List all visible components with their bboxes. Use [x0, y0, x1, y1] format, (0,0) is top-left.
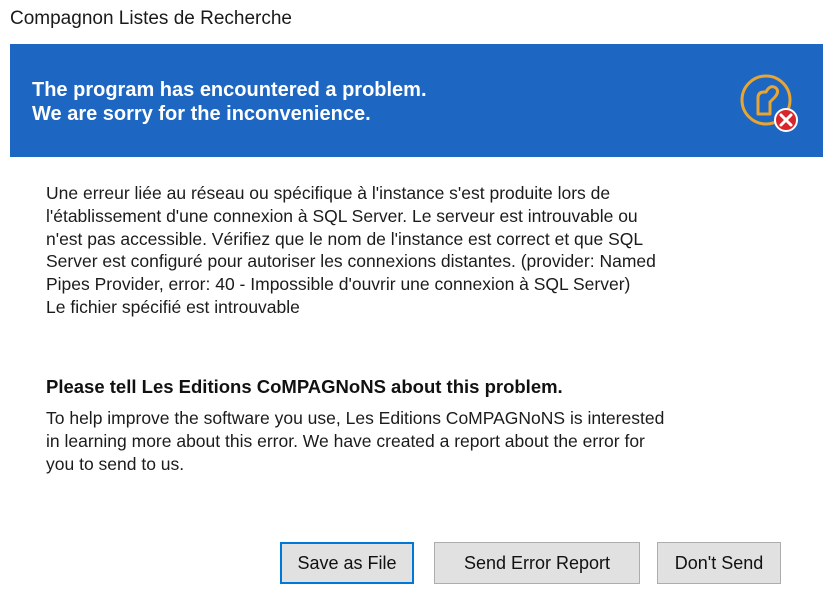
- report-request-body: To help improve the software you use, Le…: [46, 407, 806, 476]
- banner-apology: We are sorry for the inconvenience.: [32, 103, 371, 125]
- report-request-line: in learning more about this error. We ha…: [46, 431, 645, 451]
- send-error-report-button[interactable]: Send Error Report: [434, 542, 640, 584]
- error-banner: The program has encountered a problem. W…: [10, 44, 823, 157]
- error-message-line: n'est pas accessible. Vérifiez que le no…: [46, 228, 644, 249]
- report-request-line: To help improve the software you use, Le…: [46, 408, 665, 428]
- error-message-line: Server est configuré pour autoriser les …: [46, 251, 656, 272]
- error-message-line: Pipes Provider, error: 40 - Impossible d…: [46, 274, 631, 295]
- error-report-icon: [740, 74, 798, 132]
- title-bar: Compagnon Listes de Recherche: [0, 0, 823, 44]
- report-request-line: you to send to us.: [46, 454, 185, 474]
- save-as-file-button[interactable]: Save as File: [280, 542, 414, 584]
- banner-text: The program has encountered a problem. W…: [32, 78, 427, 126]
- error-message: Une erreur liée au réseau ou spécifique …: [46, 182, 766, 319]
- dont-send-button[interactable]: Don't Send: [657, 542, 781, 584]
- error-message-line: l'établissement d'une connexion à SQL Se…: [46, 205, 638, 226]
- icon-hand: [756, 85, 780, 116]
- error-message-line: Une erreur liée au réseau ou spécifique …: [46, 183, 611, 203]
- error-message-line: Le fichier spécifié est introuvable: [46, 296, 300, 317]
- error-dialog: Compagnon Listes de Recherche The progra…: [0, 0, 823, 596]
- banner-headline: The program has encountered a problem.: [32, 79, 427, 101]
- window-title: Compagnon Listes de Recherche: [10, 8, 293, 29]
- report-request-title: Please tell Les Editions CoMPAGNoNS abou…: [46, 376, 563, 397]
